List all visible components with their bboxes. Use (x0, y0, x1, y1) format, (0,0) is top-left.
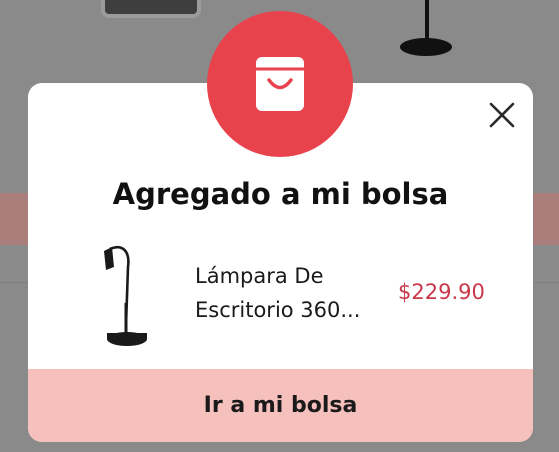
close-button[interactable] (484, 97, 520, 133)
close-icon (489, 102, 515, 128)
background-lamp-image (400, 0, 452, 56)
product-name-line-1: Lámpara De (195, 264, 324, 288)
modal-title: Agregado a mi bolsa (112, 177, 449, 211)
product-price: $229.90 (398, 280, 485, 304)
go-to-bag-button[interactable]: Ir a mi bolsa (28, 369, 533, 442)
product-image (104, 246, 147, 346)
background-product-thumbnail (101, 0, 201, 18)
product-name: Lámpara De Escritorio 360... (195, 259, 400, 327)
product-name-line-2: Escritorio 360... (195, 298, 361, 322)
page-backdrop[interactable]: Agregado a mi bolsa Lámpara De Escritori… (0, 0, 559, 452)
shopping-bag-icon (256, 57, 304, 111)
shopping-bag-badge (207, 11, 353, 157)
